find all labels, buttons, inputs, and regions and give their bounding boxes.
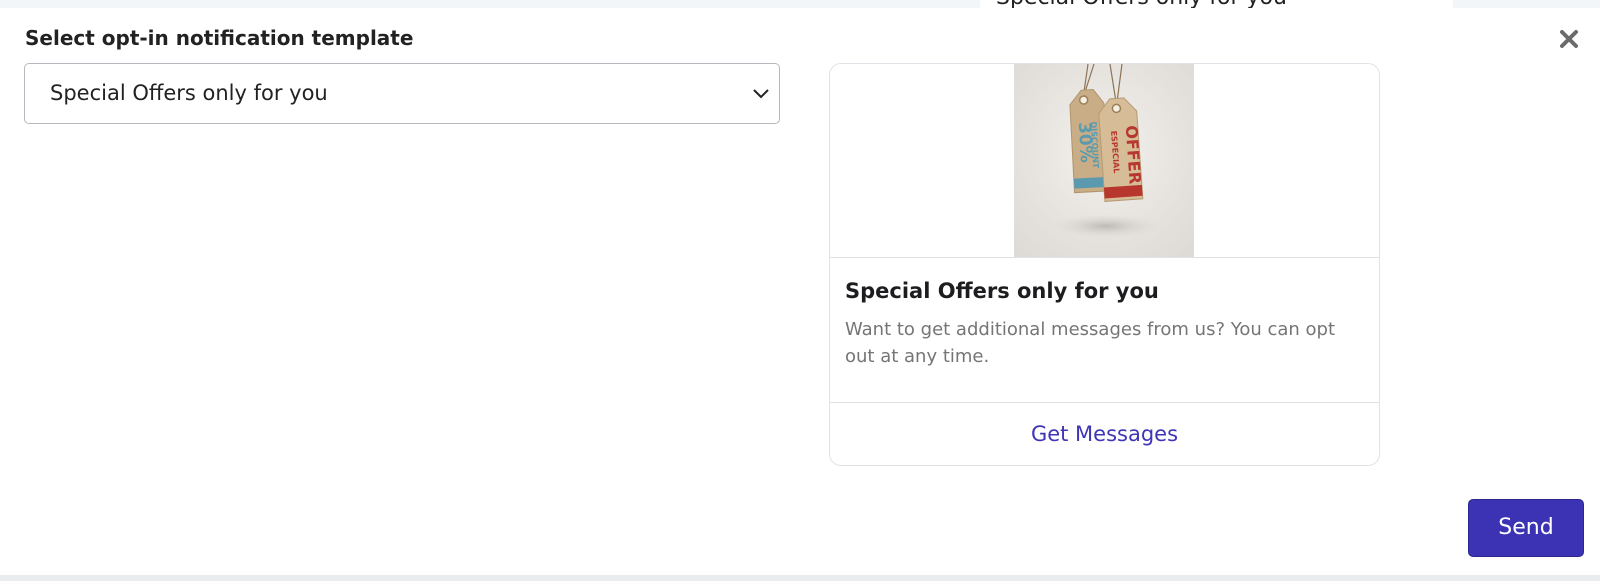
modal-title: Select opt-in notification template bbox=[25, 26, 414, 50]
background-panel: Special Offers only for you bbox=[980, 0, 1453, 8]
template-select[interactable]: Special Offers only for you bbox=[24, 63, 780, 124]
preview-title: Special Offers only for you bbox=[845, 279, 1159, 303]
close-icon[interactable] bbox=[1558, 28, 1580, 50]
send-button[interactable]: Send bbox=[1468, 499, 1584, 557]
preview-description: Want to get additional messages from us?… bbox=[845, 319, 1336, 367]
tag-discount-value: 30% bbox=[1074, 122, 1096, 164]
notification-preview-card: DISCOUNT 30% ESPECIAL OFFER Special Offe… bbox=[829, 63, 1380, 466]
template-modal: Select opt-in notification template Spec… bbox=[0, 8, 1600, 574]
special-offer-tags-image: DISCOUNT 30% ESPECIAL OFFER bbox=[1014, 64, 1194, 257]
get-messages-button[interactable]: Get Messages bbox=[830, 403, 1379, 465]
page-bottom-divider bbox=[0, 575, 1600, 581]
chevron-down-icon bbox=[751, 85, 771, 101]
background-panel-text: Special Offers only for you bbox=[996, 0, 1287, 8]
template-select-value: Special Offers only for you bbox=[50, 81, 328, 105]
preview-image-area: DISCOUNT 30% ESPECIAL OFFER bbox=[830, 64, 1379, 258]
